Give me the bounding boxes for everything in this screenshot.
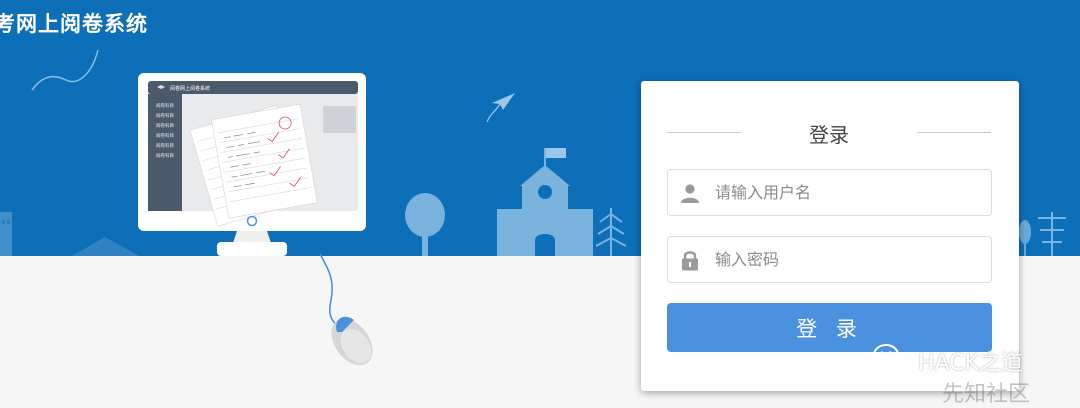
screen-menu-item: 阅卷科目 — [156, 132, 174, 139]
building-left — [0, 212, 12, 256]
user-icon — [679, 182, 701, 204]
username-field[interactable] — [667, 169, 992, 216]
password-input[interactable] — [713, 249, 967, 270]
monitor-base — [217, 242, 287, 256]
login-heading: 登录 — [809, 123, 849, 147]
school-building — [497, 148, 593, 256]
tree-shape — [405, 193, 445, 256]
monitor-illustration: 阅卷网上阅卷系统 阅卷科目 阅卷科目 阅卷科目 阅卷科目 阅卷科目 阅卷科目 — [138, 73, 373, 366]
login-heading-wrap: 登录 — [667, 119, 991, 147]
screen-sidebar — [148, 94, 182, 211]
app-title: 考网上阅卷系统 — [0, 12, 148, 36]
wechat-icon — [872, 343, 910, 379]
screen-menu-item: 阅卷科目 — [156, 112, 174, 119]
screen-menu-item: 阅卷科目 — [156, 152, 174, 159]
monitor-neck — [233, 231, 271, 243]
tree-right — [1019, 220, 1031, 256]
spruce-tree — [595, 208, 627, 256]
swirl-decoration — [31, 49, 99, 91]
screen-thumbnail — [323, 106, 356, 133]
screen-menu-item: 阅卷科目 — [156, 122, 174, 129]
screen-title: 阅卷网上阅卷系统 — [170, 85, 210, 92]
watermark-text: HACK之道 — [918, 351, 1023, 376]
password-field[interactable] — [667, 236, 992, 283]
paper-plane-icon — [486, 93, 515, 123]
screen-menu-item: 阅卷科目 — [156, 102, 174, 109]
screen-menu-item: 阅卷科目 — [156, 142, 174, 149]
mouse-cable — [319, 253, 341, 329]
heading-divider-right — [917, 132, 991, 133]
lock-icon — [679, 249, 701, 271]
watermark: HACK之道 — [872, 343, 1023, 379]
watermark-brand: 先知社区 — [942, 382, 1031, 407]
tree-right-branches — [1038, 212, 1066, 256]
username-input[interactable] — [713, 182, 967, 203]
